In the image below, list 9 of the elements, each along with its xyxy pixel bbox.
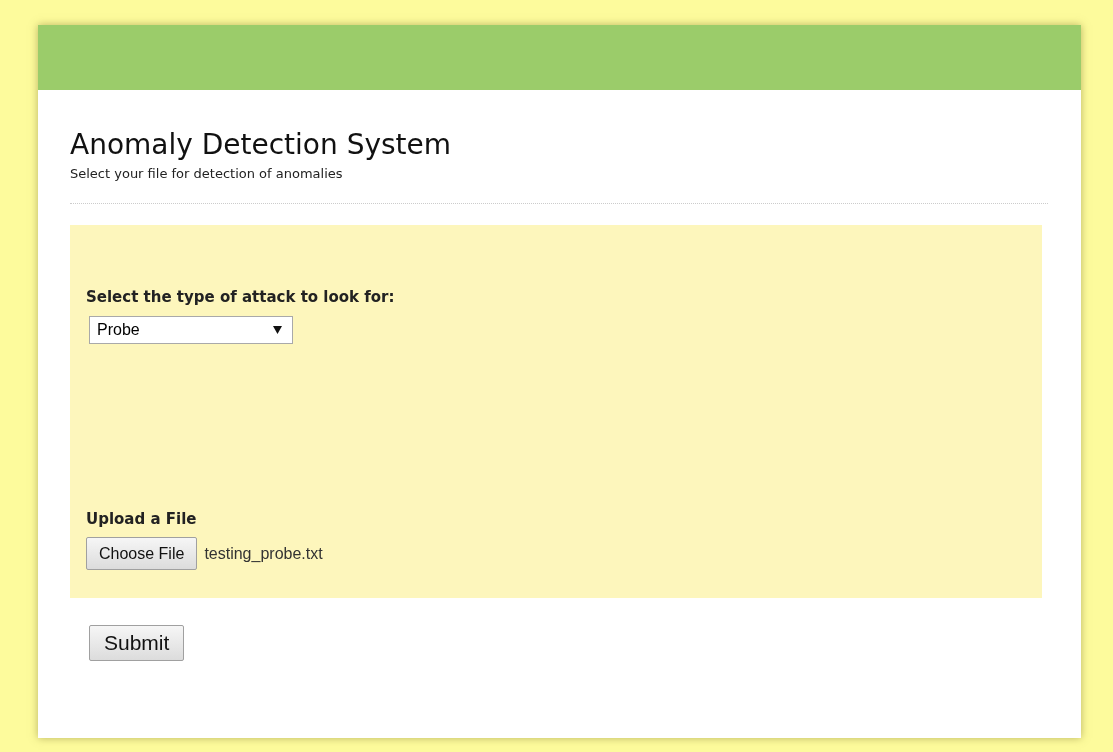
attack-type-dropdown[interactable]: Probe <box>89 316 293 344</box>
page-title: Anomaly Detection System <box>70 128 453 162</box>
caret-icon <box>273 326 282 334</box>
file-name: testing_probe.txt <box>204 544 323 563</box>
choose-file-button[interactable]: Choose File <box>86 537 198 570</box>
page-subtitle: Select your file for detection of anomalies <box>70 166 344 181</box>
attack-type-label: Select the type of attack to look for: <box>86 288 396 306</box>
submit-button[interactable]: Submit <box>89 625 185 661</box>
upload-label: Upload a File <box>86 510 198 528</box>
